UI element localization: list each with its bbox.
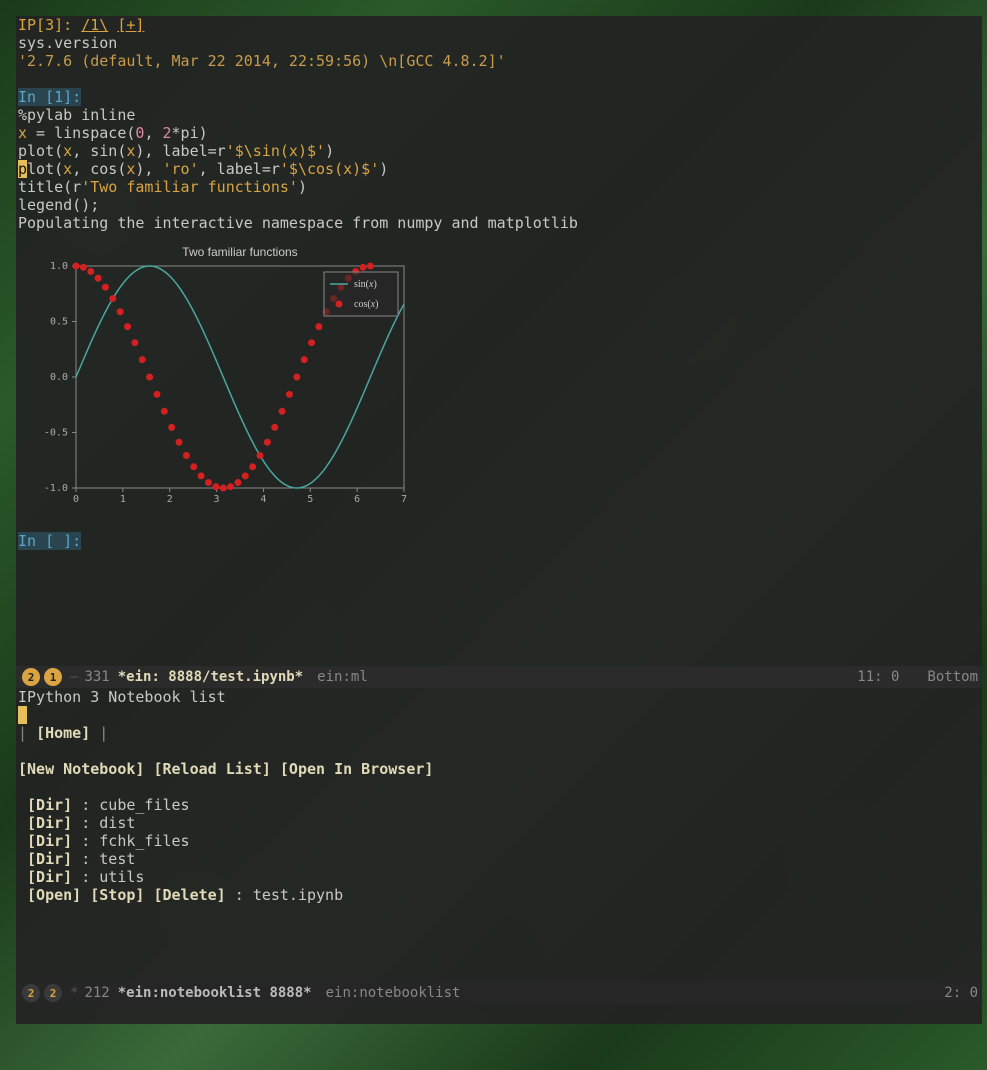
file-name: utils	[99, 868, 144, 886]
file-name: dist	[99, 814, 135, 832]
cursor	[18, 706, 27, 724]
nblist-title: IPython 3 Notebook list	[18, 688, 226, 706]
svg-text:4: 4	[260, 494, 266, 505]
tab-header: IP[3]:	[18, 16, 72, 34]
cell-prompt: In [1]:	[18, 88, 81, 106]
reload-list-button[interactable]: [Reload List]	[153, 760, 270, 778]
svg-text:-0.5: -0.5	[44, 428, 68, 439]
badge: 2	[44, 984, 62, 1002]
chart-output: Two familiar functions 0 1 2 3 4 5 6 7 -1.0 -0.5 0.…	[16, 232, 982, 526]
code-line: %pylab inline	[18, 106, 135, 124]
file-name: fchk_files	[99, 832, 189, 850]
output-text: '2.7.6 (default, Mar 22 2014, 22:59:56) …	[18, 52, 506, 70]
badge: 2	[22, 668, 40, 686]
cursor: p	[18, 160, 27, 178]
svg-text:1.0: 1.0	[50, 261, 68, 272]
svg-text:7: 7	[401, 494, 407, 505]
svg-text:2: 2	[167, 494, 173, 505]
file-action[interactable]: [Dir]	[27, 796, 72, 814]
new-notebook-button[interactable]: [New Notebook]	[18, 760, 144, 778]
badge: 2	[22, 984, 40, 1002]
chart-svg: Two familiar functions 0 1 2 3 4 5 6 7 -1.0 -0.5 0.…	[34, 242, 414, 512]
file-action[interactable]: [Dir]	[27, 850, 72, 868]
svg-text:0.0: 0.0	[50, 372, 68, 383]
file-name: test.ipynb	[253, 886, 343, 904]
badge: 1	[44, 668, 62, 686]
file-name: test	[99, 850, 135, 868]
blank-area-2	[16, 904, 982, 982]
code-line: sys.version	[18, 34, 117, 52]
buffer-name: *ein:notebooklist 8888*	[118, 985, 312, 1001]
file-action[interactable]: [Dir]	[27, 814, 72, 832]
svg-text:3: 3	[214, 494, 220, 505]
blank-area	[16, 550, 982, 666]
file-action[interactable]: [Delete]	[153, 886, 225, 904]
notebooklist-pane[interactable]: IPython 3 Notebook list | [Home] | [New …	[16, 688, 982, 904]
home-link[interactable]: [Home]	[36, 724, 90, 742]
file-action[interactable]: [Dir]	[27, 868, 72, 886]
svg-text:6: 6	[354, 494, 360, 505]
open-in-browser-button[interactable]: [Open In Browser]	[280, 760, 434, 778]
file-action[interactable]: [Stop]	[90, 886, 144, 904]
file-action[interactable]: [Dir]	[27, 832, 72, 850]
svg-text:0.5: 0.5	[50, 317, 68, 328]
svg-text:cos(x): cos(x)	[354, 299, 378, 310]
buffer-name: *ein: 8888/test.ipynb*	[118, 669, 303, 685]
svg-text:sin(x): sin(x)	[354, 279, 377, 290]
empty-cell-area[interactable]: In [ ]:	[16, 526, 982, 550]
cell-prompt-empty: In [ ]:	[18, 532, 81, 550]
tab-active[interactable]: /1\	[81, 16, 108, 34]
svg-text:Two familiar functions: Two familiar functions	[182, 245, 297, 259]
file-name: cube_files	[99, 796, 189, 814]
stdout: Populating the interactive namespace fro…	[18, 214, 578, 232]
tab-add[interactable]: [+]	[117, 16, 144, 34]
svg-text:5: 5	[307, 494, 313, 505]
minibuffer[interactable]	[16, 1004, 982, 1024]
svg-text:-1.0: -1.0	[44, 483, 68, 494]
svg-text:0: 0	[73, 494, 79, 505]
modeline-top: 2 1 — 331 *ein: 8888/test.ipynb* ein:ml …	[16, 666, 982, 688]
notebook-pane[interactable]: IP[3]: /1\ [+] sys.version '2.7.6 (defau…	[16, 16, 982, 232]
file-action[interactable]: [Open]	[27, 886, 81, 904]
svg-text:1: 1	[120, 494, 126, 505]
modeline-bottom: 2 2 * 212 *ein:notebooklist 8888* ein:no…	[16, 982, 982, 1004]
